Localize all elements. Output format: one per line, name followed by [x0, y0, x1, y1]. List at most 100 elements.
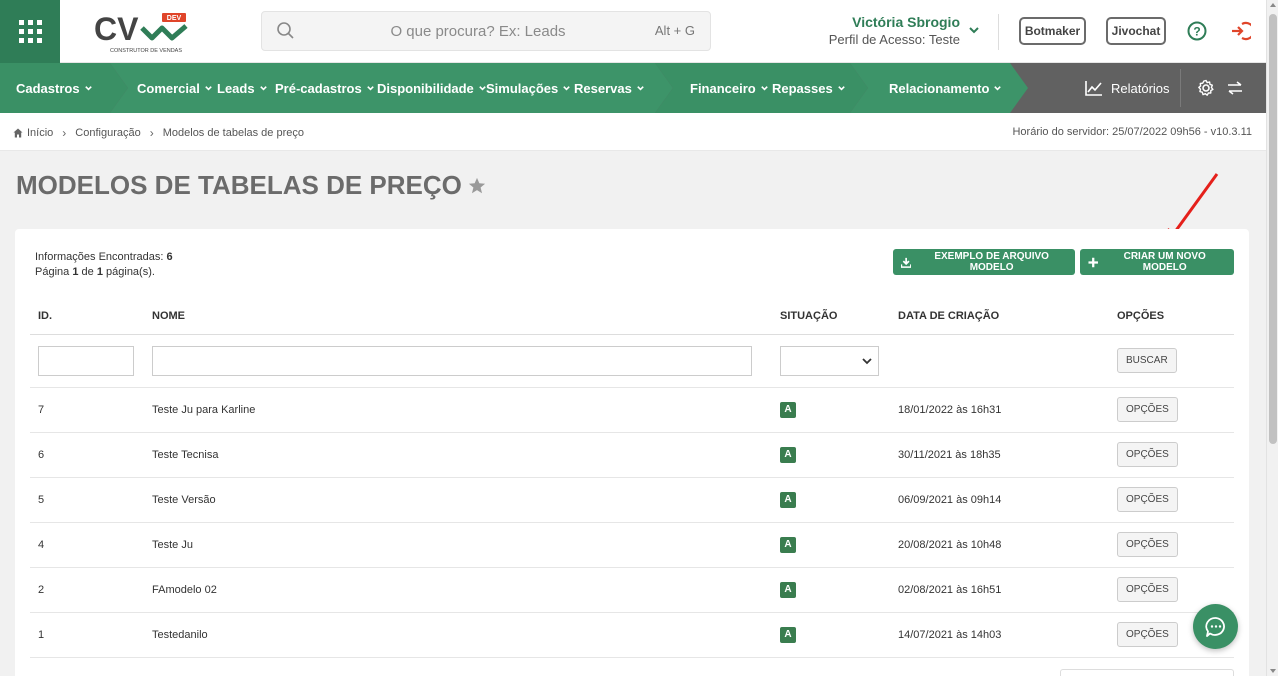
star-icon[interactable] [468, 177, 486, 195]
row-options-button[interactable]: OPÇÕES [1117, 487, 1178, 512]
chevron-down-icon [637, 85, 644, 91]
row-id: 2 [30, 567, 144, 613]
row-options-button[interactable]: OPÇÕES [1117, 577, 1178, 602]
chevron-down-icon [205, 85, 212, 91]
page-title: MODELOS DE TABELAS DE PREÇO [16, 170, 486, 201]
plus-icon [1088, 257, 1098, 267]
top-header: CV DEV CONSTRUTOR DE VENDAS Alt + G Vict… [0, 0, 1266, 63]
row-name: Teste Ju para Karline [144, 387, 772, 433]
breadcrumb: Início › Configuração › Modelos de tabel… [13, 126, 304, 140]
status-badge: A [780, 446, 796, 463]
search-button[interactable]: BUSCAR [1117, 348, 1177, 373]
row-name: Teste Ju [144, 522, 772, 568]
row-id: 4 [30, 522, 144, 568]
nav-item-reservas[interactable]: Reservas [574, 63, 645, 113]
chat-button[interactable] [1193, 604, 1238, 649]
search-box[interactable]: Alt + G [261, 11, 711, 51]
col-created-date[interactable]: DATA DE CRIAÇÃO [890, 299, 1109, 335]
row-date: 06/09/2021 às 09h14 [890, 477, 1109, 523]
chevron-down-icon [760, 85, 768, 91]
help-icon[interactable]: ? [1187, 21, 1207, 41]
table-row[interactable]: 6 Teste Tecnisa A 30/11/2021 às 18h35 OP… [30, 432, 1234, 478]
breadcrumb-bar: Início › Configuração › Modelos de tabel… [0, 113, 1266, 151]
chevron-down-icon [862, 357, 872, 364]
gear-icon[interactable] [1197, 79, 1215, 97]
jivochat-button[interactable]: Jivochat [1106, 17, 1166, 45]
row-name: Teste Versão [144, 477, 772, 523]
page-title-text: MODELOS DE TABELAS DE PREÇO [16, 170, 462, 200]
nav-item-repasses[interactable]: Repasses [772, 63, 846, 113]
row-id: 7 [30, 387, 144, 433]
nav-item-relacionamento[interactable]: Relacionamento [889, 63, 1002, 113]
chevron-down-icon [994, 85, 1002, 91]
row-options-button[interactable]: OPÇÕES [1117, 442, 1178, 467]
row-options-button[interactable]: OPÇÕES [1117, 397, 1178, 422]
apps-grid-icon [18, 20, 42, 43]
nav-item-comercial[interactable]: Comercial [137, 63, 213, 113]
user-menu[interactable]: Victória Sbrogio Perfil de Acesso: Teste [800, 14, 960, 47]
chevron-down-icon [837, 85, 845, 91]
col-status[interactable]: SITUAÇÃO [772, 299, 890, 335]
models-card: Informações Encontradas: 6 Página 1 de 1… [15, 229, 1249, 676]
logout-icon[interactable] [1229, 20, 1251, 42]
row-date: 02/08/2021 às 16h51 [890, 567, 1109, 613]
table-row[interactable]: 7 Teste Ju para Karline A 18/01/2022 às … [30, 387, 1234, 433]
col-id[interactable]: ID. [30, 299, 144, 335]
nav-reports[interactable]: Relatórios [1085, 63, 1170, 113]
nav-item-pre-cadastros[interactable]: Pré-cadastros [275, 63, 375, 113]
breadcrumb-current: Modelos de tabelas de preço [162, 127, 304, 139]
search-input[interactable] [308, 12, 648, 50]
scroll-up-icon[interactable] [1270, 3, 1276, 7]
status-badge: A [780, 401, 796, 418]
apps-menu-button[interactable] [0, 0, 60, 63]
chat-icon [1204, 616, 1225, 637]
logo-tagline: CONSTRUTOR DE VENDAS [110, 48, 182, 54]
row-name: Testedanilo [144, 612, 772, 658]
filter-status-select[interactable] [780, 345, 879, 376]
chevron-down-icon [259, 85, 267, 91]
chevron-down-icon [563, 85, 571, 91]
table-row[interactable]: 5 Teste Versão A 06/09/2021 às 09h14 OPÇ… [30, 477, 1234, 523]
chevron-down-icon [366, 85, 374, 91]
pagination[interactable] [1060, 669, 1234, 676]
home-icon [13, 128, 23, 138]
breadcrumb-home[interactable]: Início [27, 127, 53, 139]
status-badge: A [780, 626, 796, 643]
logo-badge: DEV [167, 15, 182, 22]
breadcrumb-configuracao[interactable]: Configuração [75, 127, 140, 139]
nav-reports-label: Relatórios [1111, 80, 1170, 96]
create-model-button[interactable]: CRIAR UM NOVO MODELO [1080, 249, 1234, 275]
swap-arrows-icon[interactable] [1227, 81, 1243, 95]
table-row[interactable]: 1 Testedanilo A 14/07/2021 às 14h03 OPÇÕ… [30, 612, 1234, 658]
example-file-button[interactable]: EXEMPLO DE ARQUIVO MODELO [893, 249, 1075, 275]
table-row[interactable]: 2 FAmodelo 02 A 02/08/2021 às 16h51 OPÇÕ… [30, 567, 1234, 613]
results-info: Informações Encontradas: 6 Página 1 de 1… [35, 251, 173, 278]
status-badge: A [780, 581, 796, 598]
scrollbar-thumb[interactable] [1269, 14, 1277, 444]
scroll-down-icon[interactable] [1270, 669, 1276, 673]
breadcrumb-separator: › [62, 126, 67, 140]
table-row[interactable]: 4 Teste Ju A 20/08/2021 às 10h48 OPÇÕES [30, 522, 1234, 568]
row-id: 6 [30, 432, 144, 478]
chevron-down-icon[interactable] [968, 24, 980, 36]
row-date: 20/08/2021 às 10h48 [890, 522, 1109, 568]
row-options-button[interactable]: OPÇÕES [1117, 622, 1178, 647]
logo-text: CV [94, 11, 139, 47]
nav-item-simulacoes[interactable]: Simulações [486, 63, 571, 113]
nav-item-financeiro[interactable]: Financeiro [690, 63, 769, 113]
page-scrollbar[interactable] [1266, 0, 1278, 676]
nav-item-cadastros[interactable]: Cadastros [16, 63, 93, 113]
botmaker-button[interactable]: Botmaker [1019, 17, 1086, 45]
row-options-button[interactable]: OPÇÕES [1117, 532, 1178, 557]
logo[interactable]: CV DEV CONSTRUTOR DE VENDAS [92, 10, 192, 54]
row-date: 18/01/2022 às 16h31 [890, 387, 1109, 433]
nav-item-disponibilidade[interactable]: Disponibilidade [377, 63, 487, 113]
nav-item-leads[interactable]: Leads [217, 63, 268, 113]
filter-id-input[interactable] [38, 345, 134, 376]
main-nav: Cadastros Comercial Leads Pré-cadastros … [0, 63, 1266, 113]
row-id: 1 [30, 612, 144, 658]
filter-name-input[interactable] [152, 345, 752, 376]
row-id: 5 [30, 477, 144, 523]
user-name: Victória Sbrogio [852, 14, 960, 30]
col-name[interactable]: NOME [144, 299, 772, 335]
